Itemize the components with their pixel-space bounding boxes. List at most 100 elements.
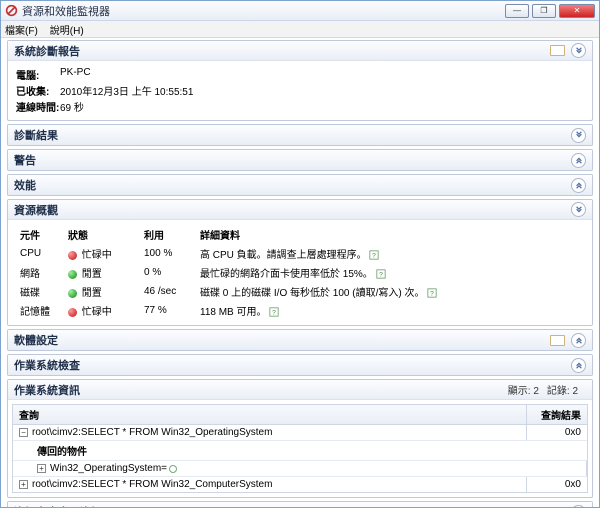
menu-help[interactable]: 說明(H): [50, 22, 84, 37]
header-sw-config[interactable]: 軟體設定: [8, 330, 592, 350]
resource-row: 網路 閒置0 %最忙碌的網路介面卡使用率低於 15%。 ?: [16, 263, 584, 282]
window-controls: — ❐ ✕: [502, 4, 595, 18]
chevron-down-icon[interactable]: [571, 358, 586, 373]
chevron-up-icon[interactable]: [571, 43, 586, 58]
title-os-check: 作業系統檢查: [14, 357, 80, 373]
col-component: 元件: [16, 225, 64, 244]
header-diag-report[interactable]: 系統診斷報告: [8, 41, 592, 61]
chevron-down-icon[interactable]: [571, 153, 586, 168]
chevron-down-icon[interactable]: [571, 333, 586, 348]
cell-status: 忙碌中: [64, 301, 140, 320]
query-result: 0x0: [527, 425, 587, 440]
tree-expand-icon[interactable]: +: [19, 480, 28, 489]
svg-text:?: ?: [430, 291, 434, 298]
cell-component: CPU: [16, 244, 64, 263]
status-dot-icon: [68, 308, 77, 317]
title-sw-config: 軟體設定: [14, 332, 58, 348]
cell-status: 閒置: [64, 282, 140, 301]
col-detail: 詳細資料: [196, 225, 584, 244]
close-button[interactable]: ✕: [559, 4, 595, 18]
resource-table: 元件 狀態 利用 詳細資料 CPU 忙碌中100 %高 CPU 負載。請調查上層…: [16, 225, 584, 320]
query-text: root\cimv2:SELECT * FROM Win32_ComputerS…: [32, 479, 272, 490]
header-resource-overview[interactable]: 資源概觀: [8, 200, 592, 220]
help-icon[interactable]: ?: [376, 269, 386, 279]
svg-text:?: ?: [272, 310, 276, 317]
panel-diag-results: 診斷結果: [7, 124, 593, 146]
ellipsis-icon: [169, 465, 177, 473]
panel-resource-overview: 資源概觀 元件 狀態 利用 詳細資料 CPU 忙碌中100 %高 CPU 負載。…: [7, 199, 593, 326]
menu-file[interactable]: 檔案(F): [5, 22, 38, 37]
panel-sw-config: 軟體設定: [7, 329, 593, 351]
title-os-info: 作業系統資訊: [14, 382, 80, 398]
chevron-up-icon[interactable]: [571, 128, 586, 143]
col-util: 利用: [140, 225, 196, 244]
title-warnings: 警告: [14, 152, 36, 168]
query-child-row[interactable]: + Win32_OperatingSystem=: [13, 461, 587, 477]
value-computer: PK-PC: [60, 67, 91, 82]
app-icon: [5, 4, 18, 17]
svg-text:?: ?: [373, 253, 377, 260]
document-icon: [550, 335, 565, 346]
help-icon[interactable]: ?: [427, 288, 437, 298]
app-window: 資源和效能監視器 — ❐ ✕ 檔案(F) 說明(H) 系統診斷報告 電腦:PK-…: [0, 0, 600, 508]
status-dot-icon: [68, 289, 77, 298]
query-text: root\cimv2:SELECT * FROM Win32_Operating…: [32, 427, 272, 438]
label-collected: 已收集:: [16, 83, 60, 98]
value-collected: 2010年12月3日 上午 10:55:51: [60, 83, 193, 98]
display-value: 2: [533, 386, 539, 397]
header-os-info[interactable]: 作業系統資訊 顯示: 2 記錄: 2: [8, 380, 592, 400]
header-security-info[interactable]: 資訊安全中心資訊: [8, 502, 592, 507]
resource-row: CPU 忙碌中100 %高 CPU 負載。請調查上層處理程序。 ?: [16, 244, 584, 263]
chevron-down-icon[interactable]: [571, 505, 586, 508]
cell-util: 100 %: [140, 244, 196, 263]
child-text: Win32_OperatingSystem=: [50, 463, 167, 474]
title-diag-report: 系統診斷報告: [14, 43, 80, 59]
query-table: 查詢 查詢結果 −root\cimv2:SELECT * FROM Win32_…: [12, 404, 588, 493]
panel-perf: 效能: [7, 174, 593, 196]
minimize-button[interactable]: —: [505, 4, 529, 18]
help-icon[interactable]: ?: [269, 307, 279, 317]
cell-util: 46 /sec: [140, 282, 196, 301]
body-resource-overview: 元件 狀態 利用 詳細資料 CPU 忙碌中100 %高 CPU 負載。請調查上層…: [8, 220, 592, 325]
body-diag-report: 電腦:PK-PC 已收集:2010年12月3日 上午 10:55:51 連線時間…: [8, 61, 592, 120]
title-security-info: 資訊安全中心資訊: [14, 504, 102, 507]
titlebar: 資源和效能監視器 — ❐ ✕: [1, 1, 599, 21]
query-row[interactable]: + root\cimv2:SELECT * FROM Win32_Computer…: [13, 477, 587, 492]
status-dot-icon: [68, 270, 77, 279]
panel-warnings: 警告: [7, 149, 593, 171]
panel-diag-report: 系統診斷報告 電腦:PK-PC 已收集:2010年12月3日 上午 10:55:…: [7, 40, 593, 121]
help-icon[interactable]: ?: [369, 250, 379, 260]
header-warnings[interactable]: 警告: [8, 150, 592, 170]
cell-component: 記憶體: [16, 301, 64, 320]
returned-objects-label: 傳回的物件: [13, 441, 587, 461]
header-perf[interactable]: 效能: [8, 175, 592, 195]
header-os-check[interactable]: 作業系統檢查: [8, 355, 592, 375]
panel-security-info: 資訊安全中心資訊: [7, 501, 593, 507]
cell-detail: 磁碟 0 上的磁碟 I/O 每秒低於 100 (讀取/寫入) 次。 ?: [196, 282, 584, 301]
window-title: 資源和效能監視器: [22, 3, 110, 19]
cell-status: 忙碌中: [64, 244, 140, 263]
maximize-button[interactable]: ❐: [532, 4, 556, 18]
col-result: 查詢結果: [527, 405, 587, 424]
cell-util: 77 %: [140, 301, 196, 320]
query-row[interactable]: −root\cimv2:SELECT * FROM Win32_Operatin…: [13, 425, 587, 441]
tree-collapse-icon[interactable]: −: [19, 428, 28, 437]
body-os-info: 查詢 查詢結果 −root\cimv2:SELECT * FROM Win32_…: [8, 400, 592, 497]
title-diag-results: 診斷結果: [14, 127, 58, 143]
cell-detail: 最忙碌的網路介面卡使用率低於 15%。 ?: [196, 263, 584, 282]
cell-detail: 118 MB 可用。 ?: [196, 301, 584, 320]
tree-expand-icon[interactable]: +: [37, 464, 46, 473]
cell-util: 0 %: [140, 263, 196, 282]
display-label: 顯示:: [508, 386, 531, 397]
content-area: 系統診斷報告 電腦:PK-PC 已收集:2010年12月3日 上午 10:55:…: [1, 38, 599, 507]
document-icon: [550, 45, 565, 56]
menubar: 檔案(F) 說明(H): [1, 21, 599, 38]
header-diag-results[interactable]: 診斷結果: [8, 125, 592, 145]
resource-row: 磁碟 閒置46 /sec磁碟 0 上的磁碟 I/O 每秒低於 100 (讀取/寫…: [16, 282, 584, 301]
chevron-up-icon[interactable]: [571, 202, 586, 217]
status-dot-icon: [68, 251, 77, 260]
panel-os-check: 作業系統檢查: [7, 354, 593, 376]
value-duration: 69 秒: [60, 99, 84, 114]
cell-component: 磁碟: [16, 282, 64, 301]
chevron-down-icon[interactable]: [571, 178, 586, 193]
